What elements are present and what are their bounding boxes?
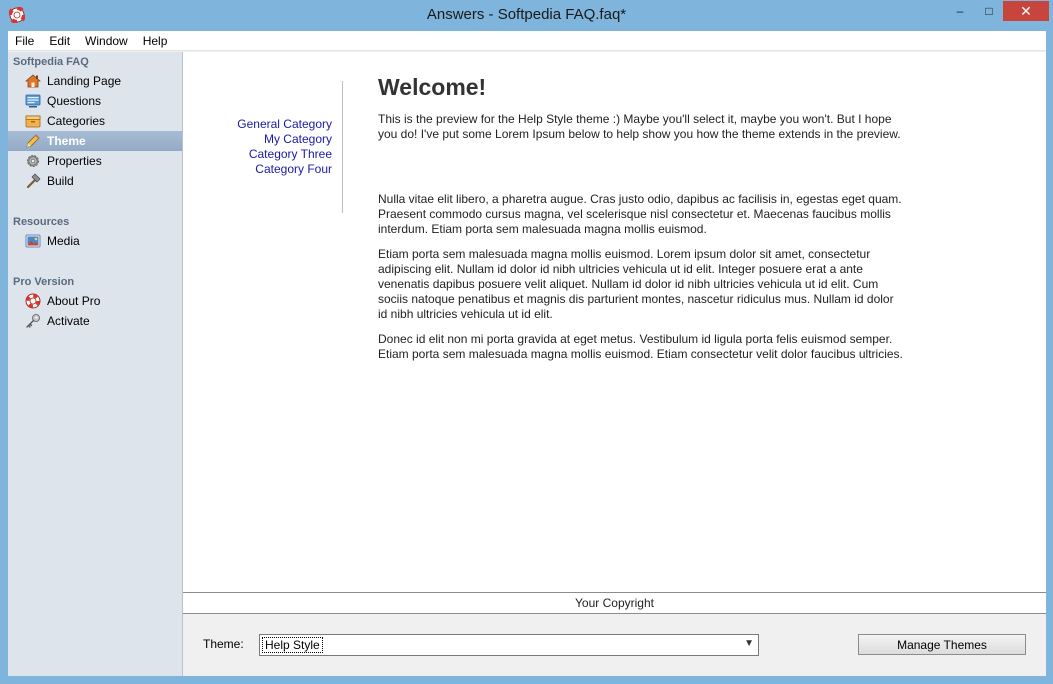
categories-icon — [25, 115, 41, 128]
sidebar-item-label: Build — [47, 174, 74, 188]
menu-window[interactable]: Window — [78, 31, 136, 51]
divider — [342, 81, 343, 213]
app-window: Answers - Softpedia FAQ.faq* – □ ✕ File … — [0, 0, 1053, 684]
pencil-icon — [26, 134, 40, 148]
theme-select-value: Help Style — [262, 637, 323, 653]
paragraph: Etiam porta sem malesuada magna mollis e… — [378, 247, 894, 321]
sidebar-item-questions[interactable]: Questions — [8, 91, 182, 111]
category-list: General Category My Category Category Th… — [183, 117, 332, 177]
sidebar-section-title: Resources — [13, 216, 70, 228]
maximize-button[interactable]: □ — [974, 1, 1004, 21]
theme-controls: Theme: Help Style ▼ Manage Themes — [183, 614, 1046, 676]
theme-preview: General Category My Category Category Th… — [183, 52, 1046, 593]
category-link[interactable]: Category Four — [183, 162, 332, 177]
minimize-button[interactable]: – — [945, 1, 975, 21]
page-title: Welcome! — [378, 74, 487, 100]
sidebar-item-label: Categories — [47, 114, 106, 128]
lifebuoy-icon — [25, 293, 41, 309]
sidebar: Softpedia FAQ Landing Page Questions Cat… — [8, 52, 183, 676]
preview-footer: Your Copyright — [183, 593, 1046, 614]
menu-edit[interactable]: Edit — [42, 31, 78, 51]
sidebar-item-about-pro[interactable]: About Pro — [8, 291, 182, 311]
sidebar-section-title: Pro Version — [13, 276, 75, 288]
sidebar-item-label: Landing Page — [47, 74, 122, 88]
menu-file[interactable]: File — [8, 31, 42, 51]
sidebar-item-label: Activate — [47, 314, 90, 328]
sidebar-item-properties[interactable]: Properties — [8, 151, 182, 171]
gear-icon — [27, 155, 39, 167]
questions-icon — [25, 94, 41, 108]
sidebar-item-label: Questions — [47, 94, 102, 108]
sidebar-item-build[interactable]: Build — [8, 171, 182, 191]
hammer-icon — [26, 173, 41, 189]
copyright-text: Your Copyright — [575, 596, 654, 610]
manage-themes-button[interactable]: Manage Themes — [858, 634, 1026, 655]
close-button[interactable]: ✕ — [1003, 1, 1049, 21]
house-icon — [25, 74, 41, 88]
category-link[interactable]: General Category — [183, 117, 332, 132]
title-bar: Answers - Softpedia FAQ.faq* – □ ✕ — [0, 0, 1053, 31]
sidebar-item-label: Media — [47, 234, 80, 248]
sidebar-item-label: Theme — [47, 134, 86, 148]
sidebar-item-media[interactable]: Media — [8, 231, 182, 251]
sidebar-item-categories[interactable]: Categories — [8, 111, 182, 131]
sidebar-item-theme[interactable]: Theme — [8, 131, 182, 151]
category-link[interactable]: My Category — [183, 132, 332, 147]
category-link[interactable]: Category Three — [183, 147, 332, 162]
theme-select[interactable]: Help Style ▼ — [259, 634, 759, 656]
window-title: Answers - Softpedia FAQ.faq* — [426, 6, 627, 23]
sidebar-item-label: About Pro — [47, 294, 101, 308]
menu-help[interactable]: Help — [136, 31, 176, 51]
media-icon — [25, 234, 41, 248]
paragraph: Nulla vitae elit libero, a pharetra augu… — [378, 192, 902, 236]
theme-label: Theme: — [203, 637, 244, 651]
menu-bar: File Edit Window Help — [8, 31, 1046, 51]
sidebar-item-label: Properties — [47, 154, 102, 168]
intro-text: This is the preview for the Help Style t… — [378, 112, 901, 141]
sidebar-section-title: Softpedia FAQ — [13, 56, 89, 68]
key-icon — [26, 314, 40, 328]
client-area: File Edit Window Help Softpedia FAQ Land… — [8, 31, 1046, 676]
paragraph: Donec id elit non mi porta gravida at eg… — [378, 332, 903, 361]
chevron-down-icon[interactable]: ▼ — [744, 638, 754, 649]
sidebar-item-landing-page[interactable]: Landing Page — [8, 71, 182, 91]
sidebar-item-activate[interactable]: Activate — [8, 311, 182, 331]
